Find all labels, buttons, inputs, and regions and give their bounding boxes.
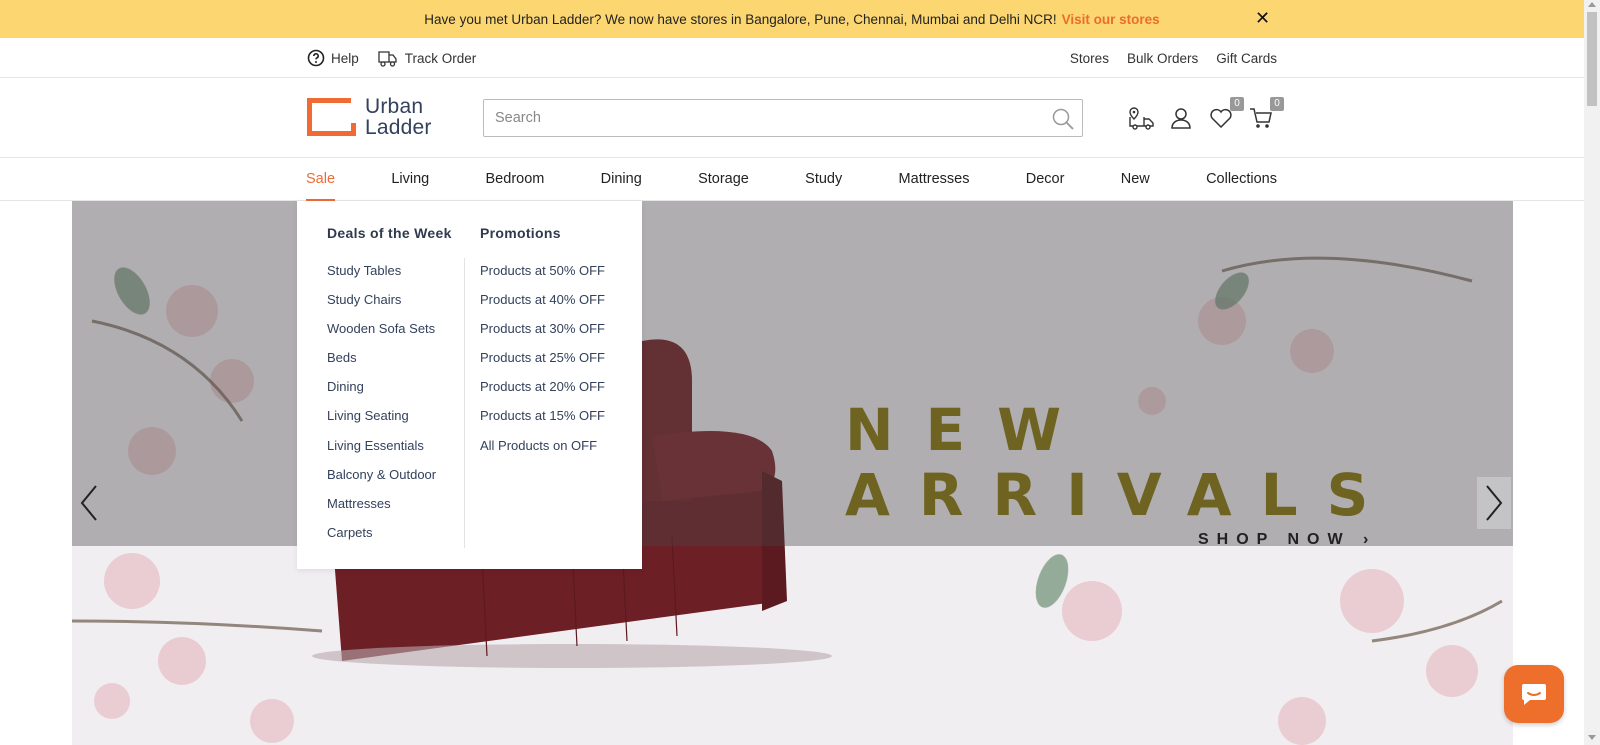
menu-item-living-essentials[interactable]: Living Essentials (327, 438, 452, 467)
user-icon[interactable] (1168, 105, 1194, 131)
sale-mega-menu: Deals of the Week Study Tables Study Cha… (297, 201, 642, 569)
help-link[interactable]: Help (307, 49, 359, 67)
wishlist-count-badge: 0 (1230, 97, 1244, 111)
menu-item-beds[interactable]: Beds (327, 350, 452, 379)
nav-item-new[interactable]: New (1121, 158, 1150, 201)
menu-divider (464, 258, 465, 548)
nav-item-storage[interactable]: Storage (698, 158, 749, 201)
menu-item-living-seating[interactable]: Living Seating (327, 408, 452, 437)
site-header: Urban Ladder 0 0 (0, 78, 1584, 158)
search-box (483, 99, 1083, 137)
menu-item-20-off[interactable]: Products at 20% OFF (480, 379, 605, 408)
hero-banner[interactable]: NEW ARRIVALS SHOP NOW › (72, 201, 1513, 745)
truck-icon (378, 51, 397, 67)
chat-bubble-icon (1522, 684, 1546, 705)
main-nav: Sale Living Bedroom Dining Storage Study… (0, 158, 1584, 201)
menu-item-50-off[interactable]: Products at 50% OFF (480, 263, 605, 292)
menu-item-mattresses[interactable]: Mattresses (327, 496, 452, 525)
hero-title-arrivals: ARRIVALS (845, 461, 1398, 529)
carousel-prev-button[interactable] (72, 477, 106, 529)
menu-item-carpets[interactable]: Carpets (327, 525, 452, 554)
hero-title-new: NEW (845, 396, 1094, 464)
promotions-column: Promotions Products at 50% OFF Products … (480, 201, 605, 467)
promotions-heading[interactable]: Promotions (480, 225, 605, 263)
wishlist-heart-icon[interactable]: 0 (1208, 97, 1244, 131)
nav-item-living[interactable]: Living (391, 158, 429, 201)
stores-link[interactable]: Stores (1070, 51, 1109, 66)
scrollbar-thumb[interactable] (1587, 12, 1597, 106)
help-label: Help (331, 50, 359, 66)
store-locator-icon[interactable] (1128, 105, 1154, 131)
search-icon[interactable] (1051, 107, 1075, 131)
menu-item-15-off[interactable]: Products at 15% OFF (480, 408, 605, 437)
nav-item-study[interactable]: Study (805, 158, 842, 201)
menu-item-study-chairs[interactable]: Study Chairs (327, 292, 452, 321)
nav-item-sale[interactable]: Sale (306, 158, 336, 201)
chat-button[interactable] (1504, 665, 1564, 723)
menu-item-40-off[interactable]: Products at 40% OFF (480, 292, 605, 321)
utility-bar: Help Track Order Stores Bulk Orders Gift… (0, 38, 1584, 78)
scroll-up-arrow-icon[interactable] (1588, 2, 1596, 7)
logo-line1: Urban (365, 95, 424, 118)
scroll-down-arrow-icon[interactable] (1588, 735, 1596, 740)
page-scrollbar[interactable] (1584, 0, 1600, 745)
cart-count-badge: 0 (1270, 97, 1284, 111)
promo-message: Have you met Urban Ladder? We now have s… (424, 11, 1057, 27)
chevron-left-icon (80, 485, 97, 521)
track-order-label: Track Order (404, 50, 477, 66)
deals-of-the-week-column: Deals of the Week Study Tables Study Cha… (327, 201, 452, 554)
carousel-next-button[interactable] (1477, 477, 1511, 529)
shop-now-link[interactable]: SHOP NOW › (1198, 531, 1376, 549)
close-icon[interactable]: ✕ (1255, 8, 1270, 28)
gift-cards-link[interactable]: Gift Cards (1216, 51, 1277, 66)
nav-item-collections[interactable]: Collections (1206, 158, 1277, 201)
nav-item-bedroom[interactable]: Bedroom (486, 158, 545, 201)
menu-item-study-tables[interactable]: Study Tables (327, 263, 452, 292)
menu-item-wooden-sofa-sets[interactable]: Wooden Sofa Sets (327, 321, 452, 350)
visit-stores-link[interactable]: Visit our stores (1062, 12, 1160, 27)
bulk-orders-link[interactable]: Bulk Orders (1127, 51, 1198, 66)
nav-item-mattresses[interactable]: Mattresses (899, 158, 970, 201)
menu-item-all-products-off[interactable]: All Products on OFF (480, 438, 605, 467)
menu-item-balcony-outdoor[interactable]: Balcony & Outdoor (327, 467, 452, 496)
menu-item-dining[interactable]: Dining (327, 379, 452, 408)
search-input[interactable] (484, 100, 1024, 136)
menu-item-30-off[interactable]: Products at 30% OFF (480, 321, 605, 350)
urban-ladder-logo[interactable]: Urban Ladder (307, 96, 432, 138)
deals-of-the-week-heading[interactable]: Deals of the Week (327, 225, 452, 263)
nav-item-decor[interactable]: Decor (1026, 158, 1065, 201)
nav-item-dining[interactable]: Dining (601, 158, 642, 201)
cart-icon[interactable]: 0 (1248, 97, 1284, 131)
menu-item-25-off[interactable]: Products at 25% OFF (480, 350, 605, 379)
help-circle-icon (307, 49, 325, 67)
logo-line2: Ladder (365, 116, 432, 139)
logo-mark-icon (307, 98, 356, 136)
chevron-right-icon (1486, 485, 1503, 521)
promo-banner: Have you met Urban Ladder? We now have s… (0, 0, 1584, 38)
track-order-link[interactable]: Track Order (377, 48, 477, 68)
